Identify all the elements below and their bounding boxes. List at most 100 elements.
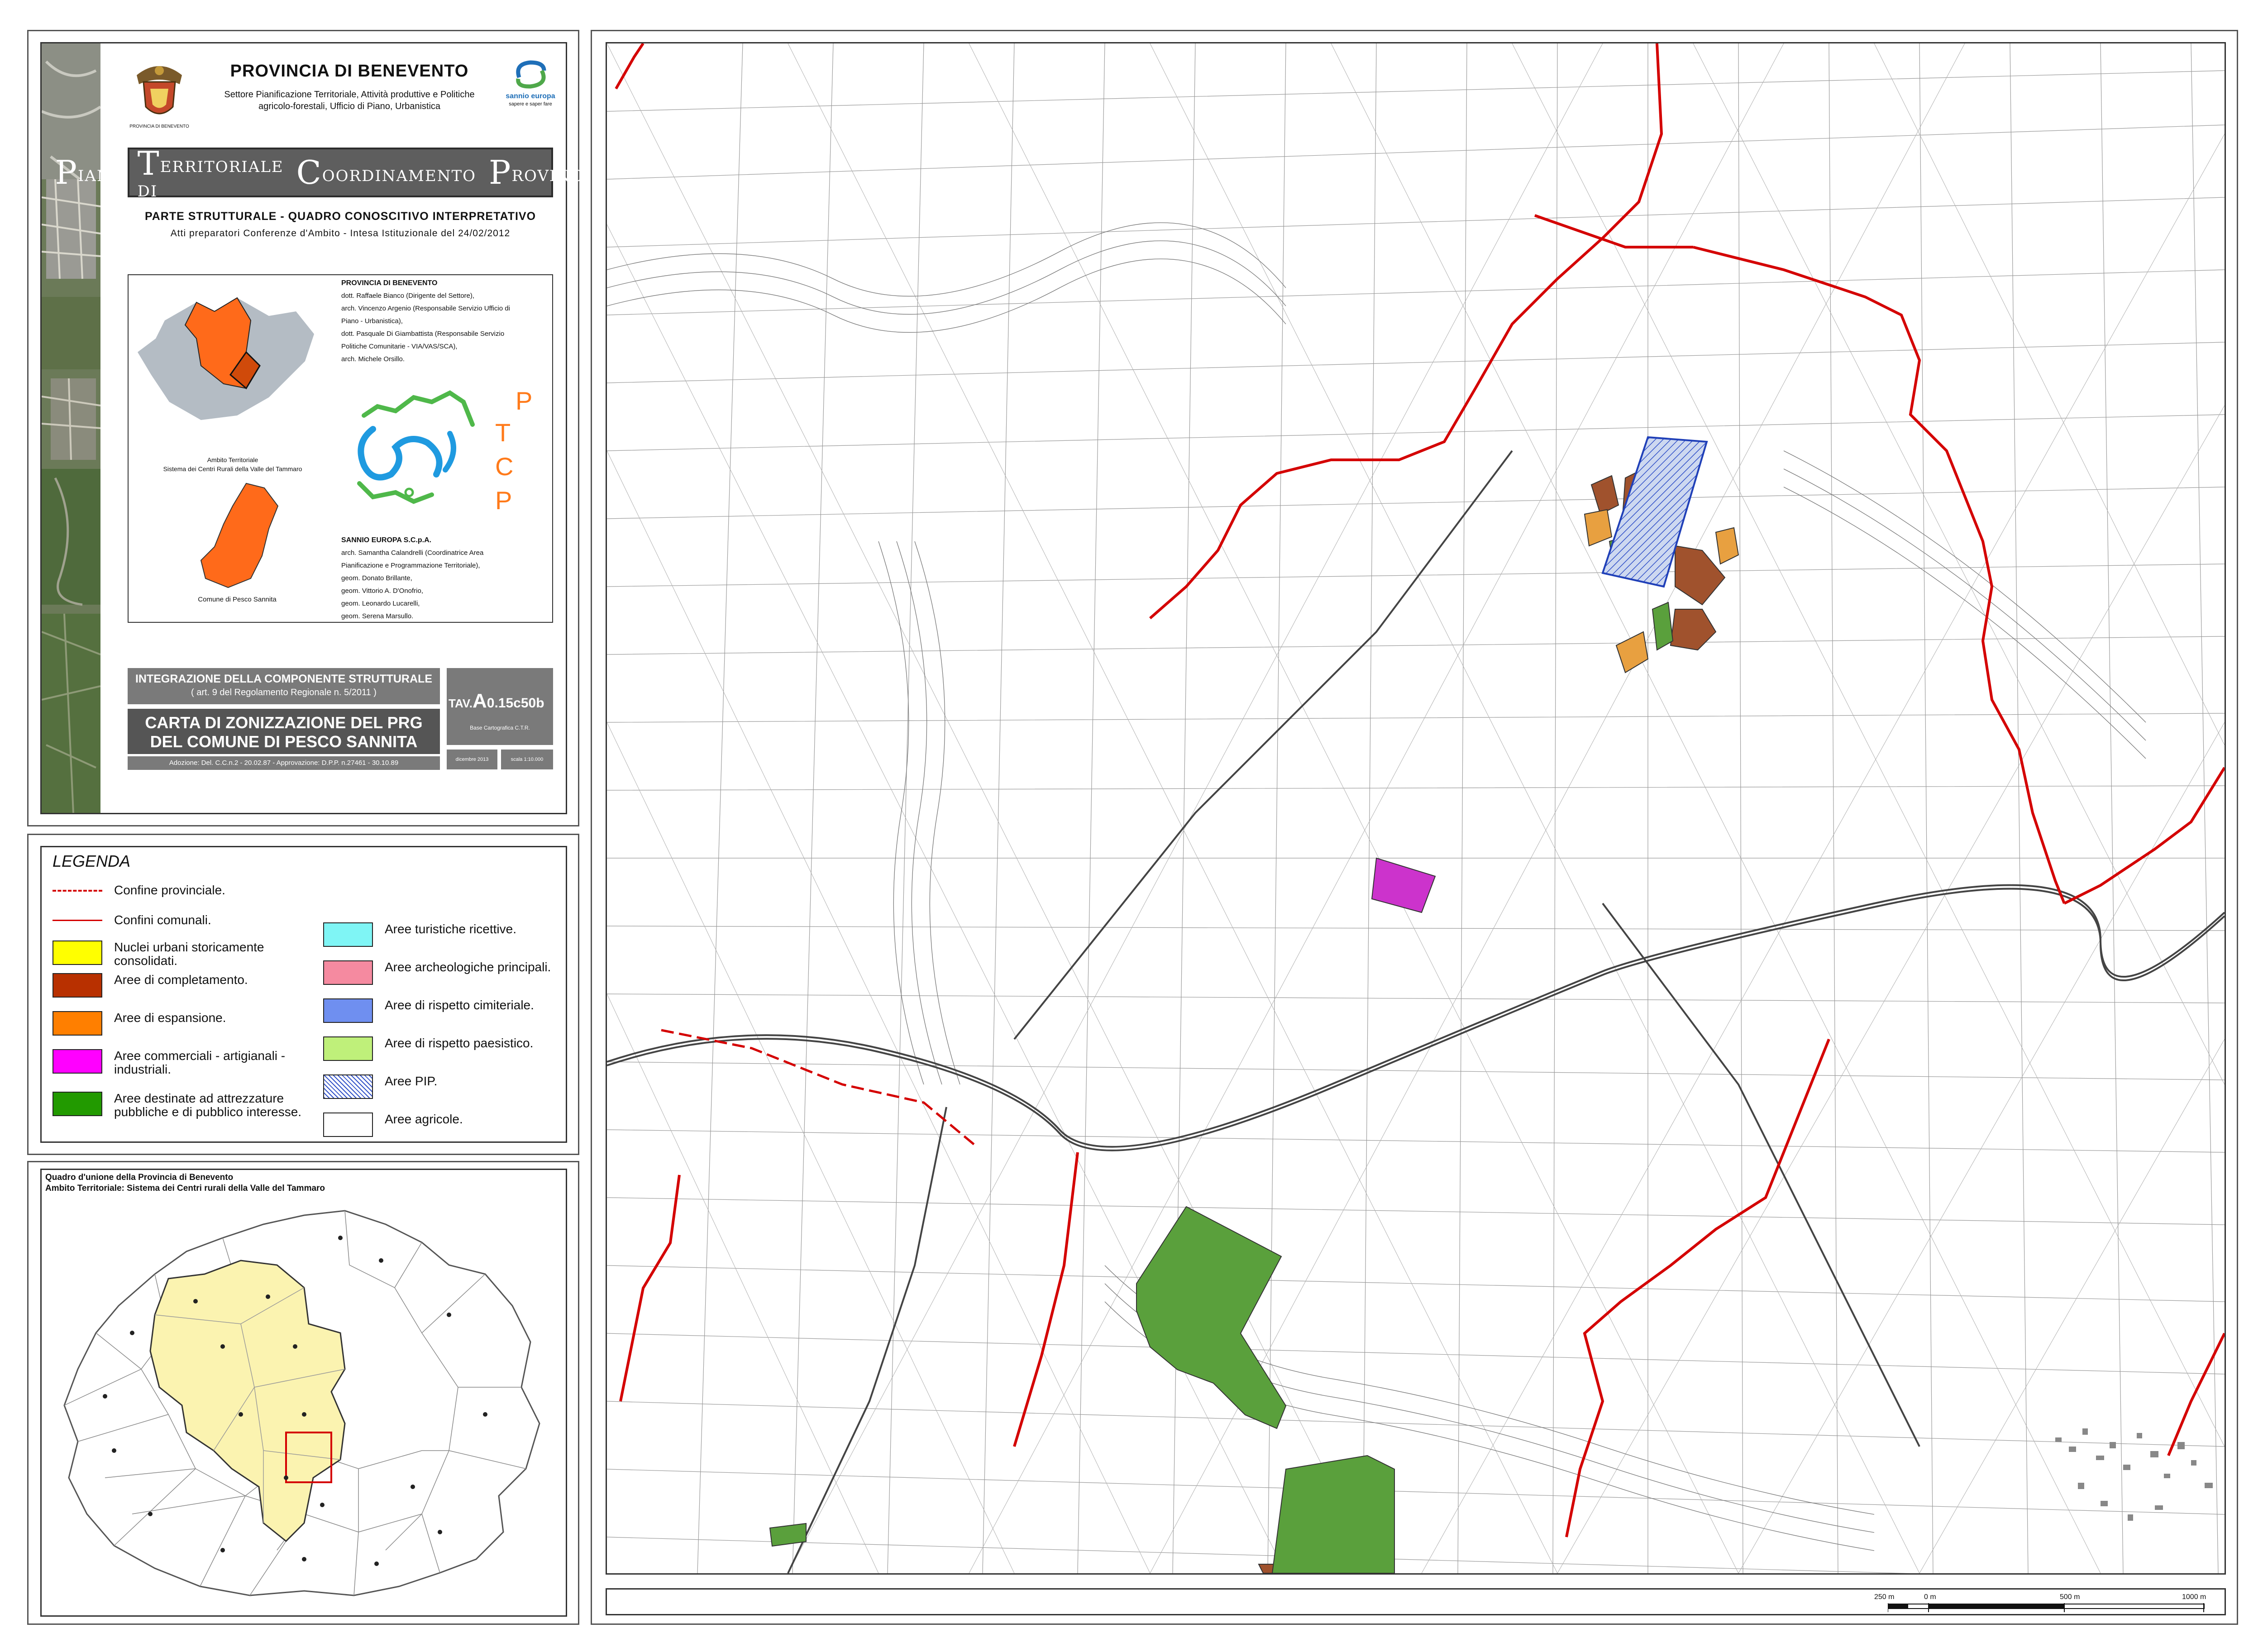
credits-heading-1: PROVINCIA DI BENEVENTO (341, 279, 438, 287)
legend-item-paesistico: Aree di rispetto paesistico. (323, 1036, 533, 1061)
legend-label: Aree turistiche ricettive. (385, 922, 516, 936)
legend-label: Aree di completamento. (114, 973, 248, 987)
legend-label: Confine provinciale. (114, 883, 225, 897)
ptcp-banner: PIANO TERRITORIALE DI COORDINAMENTO PROV… (55, 144, 625, 201)
credits-line: dott. Raffaele Bianco (Dirigente del Set… (341, 292, 475, 300)
credits-line: Politiche Comunitarie - VIA/VAS/SCA), (341, 343, 458, 350)
credits-line: geom. Vittorio A. D'Onofrio, (341, 587, 424, 595)
ptcp-word-1: PIANO (55, 153, 125, 191)
department-line-2: agricolo-forestali, Ufficio di Piano, Ur… (258, 101, 441, 111)
sannio-europa-logo (516, 60, 546, 89)
credits-line: arch. Vincenzo Argenio (Responsabile Ser… (341, 305, 510, 312)
crest-caption: PROVINCIA DI BENEVENTO (129, 124, 189, 129)
legend-swatch-hatched (323, 1074, 373, 1099)
legend-label: Aree archeologiche principali. (385, 960, 551, 974)
legend-item-agricole: Aree agricole. (323, 1112, 463, 1137)
legend-label: Nuclei urbani storicamente consolidati. (114, 940, 264, 968)
tav-code: TAV.A0.15c50b (449, 690, 544, 712)
legend-line-swatch-solid (53, 913, 102, 921)
credits-block-2: SANNIO EUROPA S.C.p.A. arch. Samantha Ca… (341, 534, 549, 623)
partner-logo-tag: sapere e saper fare (509, 101, 552, 107)
legend-label: Aree PIP. (385, 1074, 438, 1088)
legend-item-commerciali: Aree commerciali - artigianali - industr… (53, 1049, 313, 1076)
scale-bar-graphic (1888, 1603, 2205, 1612)
credits-line: geom. Serena Marsullo. (341, 612, 414, 620)
legend-item-espansione: Aree di espansione. (53, 1011, 226, 1036)
legend-item-confini-comunali: Confini comunali. (53, 913, 211, 927)
legend-swatch (53, 1092, 102, 1116)
credits-line: geom. Leonardo Lucarelli, (341, 600, 420, 607)
ptcp-logo-letter: C (495, 452, 514, 481)
title-inner-frame: PROVINCIA DI BENEVENTO PROVINCIA DI BENE… (40, 42, 625, 814)
ambit-province-map (138, 297, 314, 420)
legend-item-attrezzature: Aree destinate ad attrezzature pubbliche… (53, 1092, 327, 1119)
scale-strip: 250 m 0 m 500 m 1000 m (606, 1588, 2226, 1615)
legend-panel: LEGENDA Confine provinciale. Confini com… (27, 834, 579, 1155)
overview-title-1: Quadro d'unione della Provincia di Benev… (45, 1173, 234, 1182)
legend-item-cimiteriale: Aree di rispetto cimiteriale. (323, 998, 534, 1023)
legend-swatch (53, 941, 102, 965)
ambit-caption-line-1: Ambito Territoriale (207, 456, 258, 463)
credits-block-1: PROVINCIA DI BENEVENTO dott. Raffaele Bi… (341, 277, 549, 366)
credits-line: Piano - Urbanistica), (341, 317, 403, 325)
scale-label-500: 500 m (2060, 1593, 2080, 1601)
department-line-1: Settore Pianificazione Territoriale, Att… (224, 90, 475, 100)
zoning-map (607, 43, 2225, 1573)
legend-label: Aree di rispetto paesistico. (385, 1036, 534, 1050)
ptcp-logo-letter: P (495, 486, 512, 515)
integration-line-1: INTEGRAZIONE DELLA COMPONENTE STRUTTURAL… (135, 673, 432, 685)
base-cartografica: Base Cartografica C.T.R. (470, 725, 530, 731)
title-panel: PROVINCIA DI BENEVENTO PROVINCIA DI BENE… (27, 30, 625, 826)
map-frame (606, 42, 2226, 1575)
map-title-line-1: CARTA DI ZONIZZAZIONE DEL PRG (145, 713, 423, 732)
map-panel: 250 m 0 m 500 m 1000 m (591, 30, 2238, 1625)
ptcp-word-3: COORDINAMENTO (296, 153, 476, 191)
province-title: PROVINCIA DI BENEVENTO (230, 62, 469, 81)
overview-panel: Quadro d'unione della Provincia di Benev… (27, 1161, 579, 1625)
ptcp-logo (357, 390, 475, 504)
legend-item-turistiche: Aree turistiche ricettive. (323, 922, 516, 947)
credits-heading-2: SANNIO EUROPA S.C.p.A. (341, 536, 432, 544)
scale-label-1000: 1000 m (2182, 1593, 2206, 1601)
legend-line-swatch-dashed (53, 883, 102, 892)
acts-line: Atti preparatori Conferenze d'Ambito - I… (170, 228, 511, 239)
adoption-line: Adozione: Del. C.C.n.2 - 20.02.87 - Appr… (128, 756, 440, 770)
credits-line: arch. Samantha Calandrelli (Coordinatric… (341, 549, 484, 557)
legend-label: Confini comunali. (114, 913, 211, 927)
scale-label-0: 0 m (1924, 1593, 1936, 1601)
overview-inner-frame: Quadro d'unione della Provincia di Benev… (40, 1169, 567, 1617)
integration-line-2: ( art. 9 del Regolamento Regionale n. 5/… (191, 688, 377, 697)
legend-item-nuclei-urbani: Nuclei urbani storicamente consolidati. (53, 941, 309, 968)
legend-swatch (53, 1011, 102, 1036)
legend-item-pip: Aree PIP. (323, 1074, 437, 1099)
partner-logo-name: sannio europa (506, 92, 555, 100)
credits-line: Pianificazione e Programmazione Territor… (341, 562, 480, 569)
comune-silhouette-map (200, 482, 279, 588)
legend-title: LEGENDA (53, 852, 131, 870)
tav-box: TAV.A0.15c50b Base Cartografica C.T.R. (447, 668, 553, 745)
scale-label-250: 250 m (1874, 1593, 1895, 1601)
credits-line: arch. Michele Orsillo. (341, 355, 405, 363)
ptcp-logo-letter: P (516, 387, 533, 415)
overview-title-2: Ambito Territoriale: Sistema dei Centri … (45, 1184, 325, 1193)
legend-label: Aree di espansione. (114, 1011, 226, 1025)
legend-label: Aree commerciali - artigianali - industr… (114, 1049, 286, 1076)
overview-province-map (63, 1210, 540, 1596)
ptcp-logo-letter: T (495, 418, 511, 447)
section-title: PARTE STRUTTURALE - QUADRO CONOSCITIVO I… (144, 210, 536, 223)
integration-box: INTEGRAZIONE DELLA COMPONENTE STRUTTURAL… (128, 668, 440, 704)
legend-swatch (323, 1036, 373, 1061)
scale-cell: scala 1:10.000 (501, 750, 553, 769)
legend-swatch (323, 1112, 373, 1137)
comune-caption: Comune di Pesco Sannita (198, 596, 277, 603)
legend-swatch (323, 960, 373, 985)
map-title-box: CARTA DI ZONIZZAZIONE DEL PRG DEL COMUNE… (128, 709, 440, 754)
legend-swatch (323, 998, 373, 1023)
ptcp-word-2: TERRITORIALE DI (137, 144, 284, 201)
legend-item-archeologiche: Aree archeologiche principali. (323, 960, 551, 985)
legend-label: Aree agricole. (385, 1112, 463, 1126)
legend-item-confine-provinciale: Confine provinciale. (53, 883, 225, 897)
legend-label: Aree destinate ad attrezzature pubbliche… (114, 1091, 302, 1119)
legend-swatch (323, 922, 373, 947)
ambit-caption-line-2: Sistema dei Centri Rurali della Valle de… (163, 465, 302, 473)
